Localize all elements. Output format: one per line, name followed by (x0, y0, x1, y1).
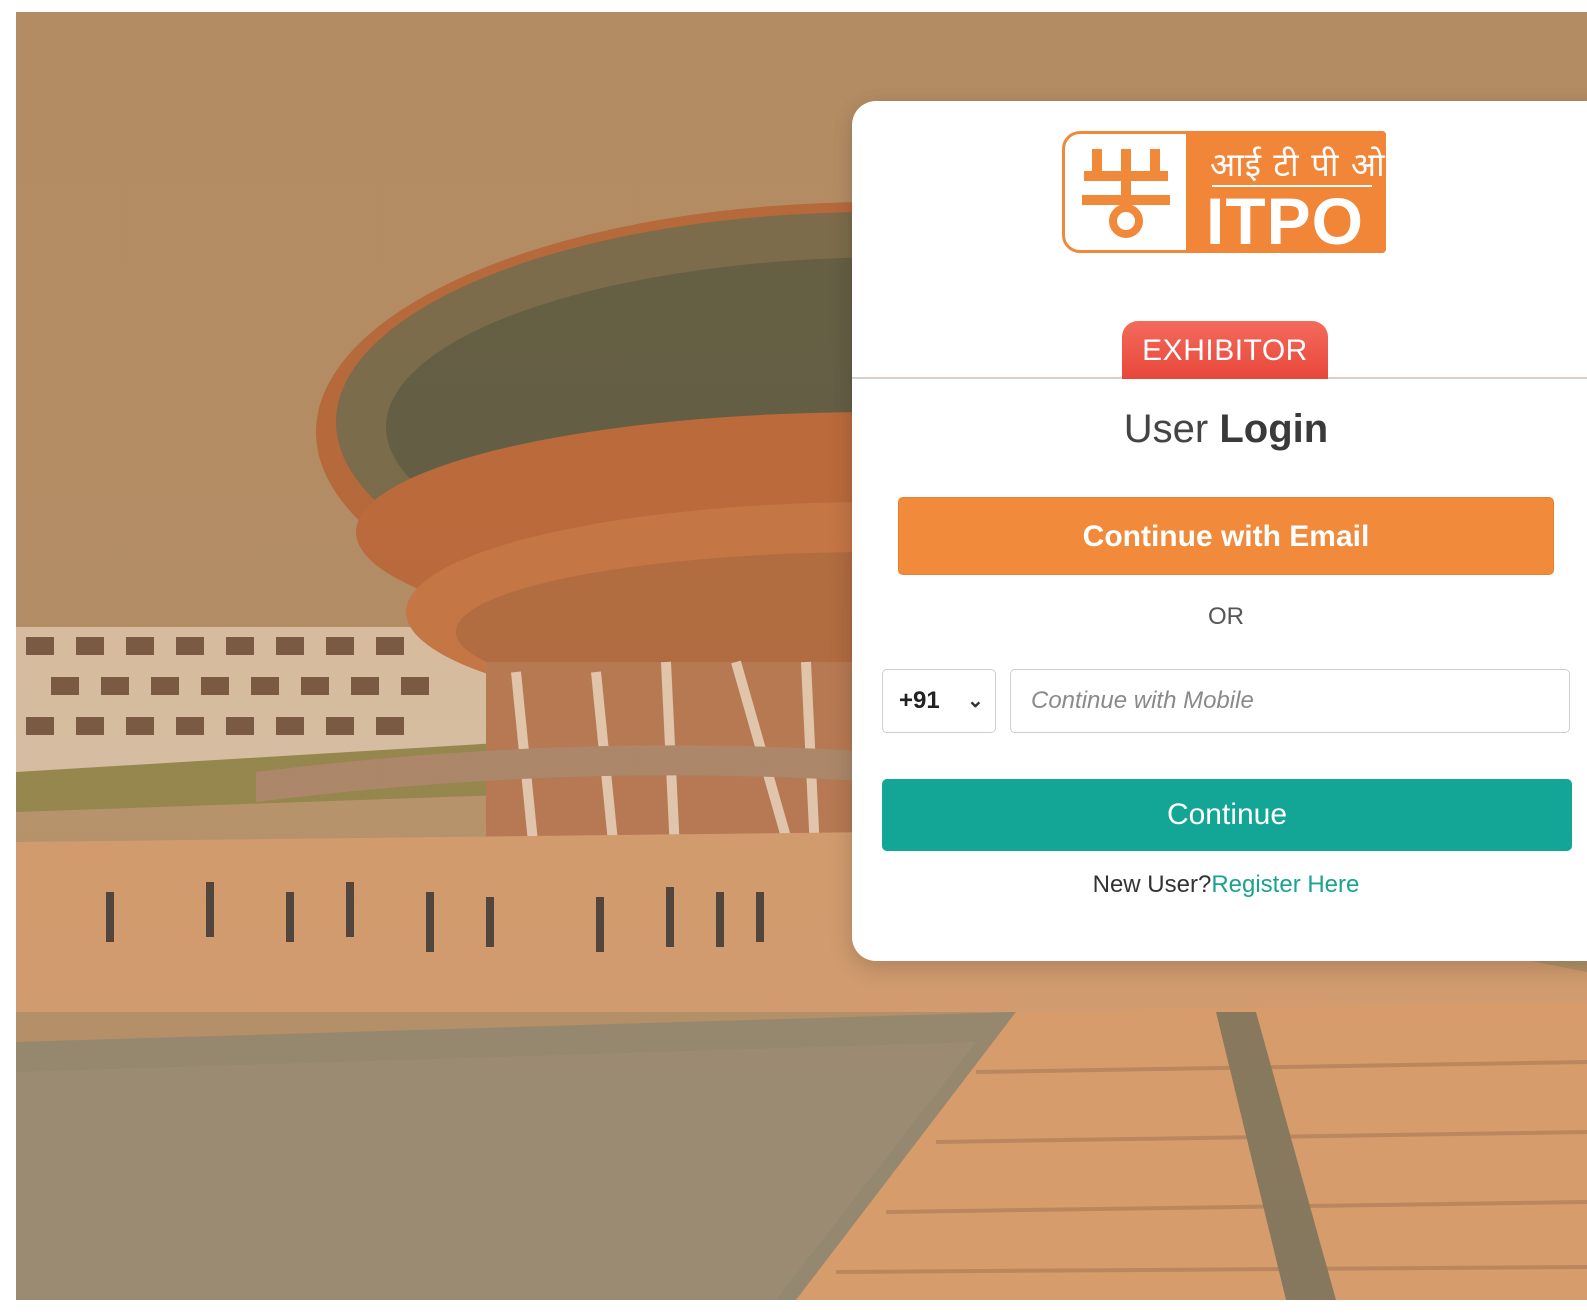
mobile-input[interactable] (1010, 669, 1570, 733)
country-code-select[interactable]: +91 ⌄ (882, 669, 996, 733)
continue-with-email-button[interactable]: Continue with Email (898, 497, 1554, 575)
register-prompt-text: New User? (1092, 871, 1212, 898)
page-title: User Login (852, 407, 1587, 452)
continue-button[interactable]: Continue (882, 779, 1572, 851)
logo-hindi-text: आई टी पी ओ (1210, 145, 1386, 184)
title-prefix: User (1123, 407, 1220, 451)
country-code-value: +91 (899, 687, 940, 714)
register-prompt: New User?Register Here (852, 871, 1587, 899)
logo-text: ITPO (1206, 184, 1365, 258)
register-link[interactable]: Register Here (1211, 871, 1359, 898)
login-card: आई टी पी ओ ITPO EXHIBITOR User Login Con… (852, 101, 1587, 961)
title-bold: Login (1219, 407, 1329, 451)
or-divider: OR (1208, 603, 1244, 630)
chevron-down-icon: ⌄ (967, 690, 984, 712)
itpo-emblem-icon (1082, 149, 1170, 238)
tab-exhibitor[interactable]: EXHIBITOR (1122, 321, 1328, 379)
itpo-logo: आई टी पी ओ ITPO (1062, 131, 1392, 258)
